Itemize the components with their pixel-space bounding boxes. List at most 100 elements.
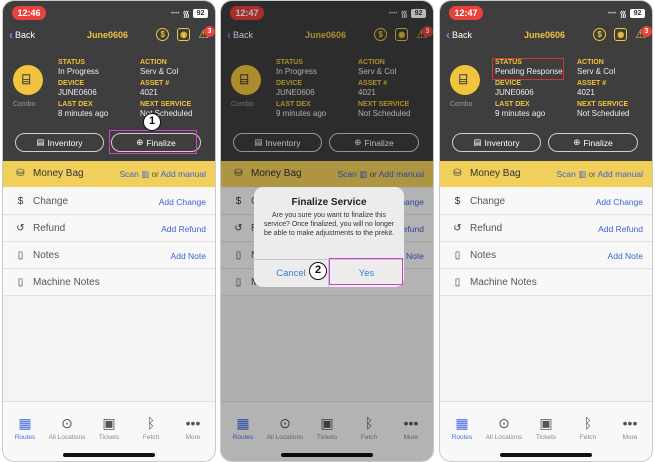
tab-label: Routes bbox=[451, 434, 473, 441]
phone-screen-3: 12:47 •••• ᯾ 92 ‹Back June0606 $ ◉ ⚠3 ⌸ … bbox=[439, 0, 653, 462]
add-change-link[interactable]: Add Change bbox=[596, 197, 643, 207]
dollar-icon[interactable]: $ bbox=[593, 28, 607, 41]
nextservice-cell: NEXT SERVICE Not Scheduled bbox=[577, 101, 647, 119]
money-bag-label: Money Bag bbox=[33, 168, 84, 179]
note-icon: ▯ bbox=[17, 277, 24, 288]
money-bag-row: ⛁ Money Bag Scan ▥ or Add manual bbox=[3, 161, 215, 187]
device-cell: DEVICE JUNE0606 bbox=[495, 80, 565, 98]
dollar-icon: $ bbox=[17, 196, 24, 207]
location-pin-icon: ⊙ bbox=[61, 415, 73, 431]
tab-fetch[interactable]: ᛒ Fetch bbox=[568, 414, 608, 441]
notes-row: ▯ Notes Add Note bbox=[3, 243, 215, 269]
tab-more[interactable]: ••• More bbox=[610, 414, 650, 441]
dialog-message: Are you sure you want to finalize this s… bbox=[263, 212, 395, 237]
tab-tickets[interactable]: ▣ Tickets bbox=[526, 414, 566, 441]
scan-link[interactable]: Scan bbox=[556, 169, 575, 179]
nav-bar: ‹Back June0606 $ ◉ ⚠3 bbox=[440, 23, 652, 49]
money-bag-icon: ⛁ bbox=[16, 168, 25, 179]
add-manual-link[interactable]: Add manual bbox=[161, 169, 206, 179]
or-label: or bbox=[151, 170, 159, 179]
tab-label: All Locations bbox=[48, 434, 86, 441]
device-value: JUNE0606 bbox=[58, 88, 97, 97]
machine-notes-row[interactable]: ▯ Machine Notes bbox=[440, 270, 652, 296]
add-refund-link[interactable]: Add Refund bbox=[598, 224, 643, 234]
inventory-button[interactable]: ▤ Inventory bbox=[15, 133, 104, 152]
routes-icon: ▦ bbox=[18, 415, 32, 431]
action-label: ACTION bbox=[577, 59, 604, 66]
barcode-icon[interactable]: ▥ bbox=[141, 169, 149, 179]
ticket-icon: ▣ bbox=[539, 415, 553, 431]
page-title: June0606 bbox=[524, 30, 566, 40]
nav-icons: $ ◉ ⚠3 bbox=[593, 26, 652, 41]
bluetooth-icon: ᛒ bbox=[583, 415, 593, 431]
camera-icon[interactable]: ◉ bbox=[177, 28, 191, 41]
tab-more[interactable]: ••• More bbox=[173, 414, 213, 441]
device-label: DEVICE bbox=[495, 80, 522, 87]
machine-notes-row[interactable]: ▯ Machine Notes bbox=[3, 270, 215, 296]
add-refund-link[interactable]: Add Refund bbox=[161, 224, 206, 234]
notes-row: ▯ Notes Add Note bbox=[440, 243, 652, 269]
wifi-icon: ᯾ bbox=[619, 9, 627, 19]
change-row: $ Change Add Change bbox=[440, 189, 652, 215]
ticket-icon: ▣ bbox=[102, 415, 116, 431]
finalize-button[interactable]: ⊕ Finalize bbox=[548, 133, 638, 152]
refund-row: ↺ Refund Add Refund bbox=[440, 216, 652, 242]
tab-all-locations[interactable]: ⊙ All Locations bbox=[47, 414, 87, 441]
inventory-label: Inventory bbox=[484, 137, 520, 148]
status-cell: STATUS In Progress bbox=[58, 59, 128, 77]
note-icon: ▯ bbox=[17, 250, 24, 261]
alert-icon[interactable]: ⚠3 bbox=[635, 26, 652, 41]
chevron-left-icon: ‹ bbox=[446, 28, 450, 42]
refund-label: Refund bbox=[470, 223, 503, 234]
action-cell: ACTION Serv & Col bbox=[577, 59, 647, 77]
scan-link[interactable]: Scan bbox=[119, 169, 138, 179]
header-buttons: ▤ Inventory ⊕ Finalize bbox=[452, 133, 642, 153]
phone-screen-1: 12:46 •••• ᯾ 92 ‹Back June0606 $ ◉ ⚠3 ⌸ … bbox=[2, 0, 216, 462]
nav-icons: $ ◉ ⚠3 bbox=[156, 26, 215, 41]
tab-routes[interactable]: ▦ Routes bbox=[5, 414, 45, 441]
alert-badge: 3 bbox=[641, 26, 652, 37]
money-bag-icon: ⛁ bbox=[453, 168, 462, 179]
refund-icon: ↺ bbox=[16, 223, 25, 234]
home-indicator bbox=[63, 453, 155, 457]
page-title: June0606 bbox=[87, 30, 129, 40]
add-change-link[interactable]: Add Change bbox=[159, 197, 206, 207]
lastdex-label: LAST DEX bbox=[495, 101, 530, 108]
bluetooth-icon: ᛒ bbox=[146, 415, 156, 431]
dollar-icon[interactable]: $ bbox=[156, 28, 170, 41]
action-value: Serv & Col bbox=[140, 67, 179, 76]
note-icon: ▯ bbox=[454, 277, 461, 288]
tab-label: Fetch bbox=[142, 434, 160, 441]
home-indicator bbox=[500, 453, 592, 457]
add-manual-link[interactable]: Add manual bbox=[598, 169, 643, 179]
status-highlight bbox=[492, 58, 564, 80]
tab-fetch[interactable]: ᛒ Fetch bbox=[131, 414, 171, 441]
status-icons: •••• ᯾ 92 bbox=[608, 7, 645, 20]
add-note-link[interactable]: Add Note bbox=[171, 251, 206, 261]
finalize-label: Finalize bbox=[583, 137, 613, 148]
asset-cell: ASSET #4021 bbox=[140, 80, 210, 98]
machine-type-icon: ⌸ bbox=[450, 65, 480, 95]
asset-value: 4021 bbox=[577, 88, 595, 97]
more-icon: ••• bbox=[185, 415, 201, 431]
notes-label: Notes bbox=[470, 250, 497, 261]
back-button[interactable]: ‹ Back bbox=[446, 28, 472, 42]
camera-icon[interactable]: ◉ bbox=[614, 28, 628, 41]
tab-label: Tickets bbox=[535, 434, 557, 441]
add-note-link[interactable]: Add Note bbox=[608, 251, 643, 261]
device-cell: DEVICE JUNE0606 bbox=[58, 80, 128, 98]
refund-icon: ↺ bbox=[453, 223, 462, 234]
more-icon: ••• bbox=[622, 415, 638, 431]
back-label: Back bbox=[15, 30, 36, 40]
location-pin-icon: ⊙ bbox=[498, 415, 510, 431]
tab-tickets[interactable]: ▣ Tickets bbox=[89, 414, 129, 441]
notes-label: Notes bbox=[33, 250, 60, 261]
tab-routes[interactable]: ▦ Routes bbox=[442, 414, 482, 441]
back-button[interactable]: ‹ Back bbox=[9, 29, 36, 41]
machine-type-label: Combo bbox=[13, 101, 36, 108]
alert-icon[interactable]: ⚠3 bbox=[198, 26, 215, 41]
inventory-button[interactable]: ▤ Inventory bbox=[452, 133, 541, 152]
tab-label: All Locations bbox=[485, 434, 523, 441]
tab-all-locations[interactable]: ⊙ All Locations bbox=[484, 414, 524, 441]
barcode-icon[interactable]: ▥ bbox=[578, 169, 586, 179]
